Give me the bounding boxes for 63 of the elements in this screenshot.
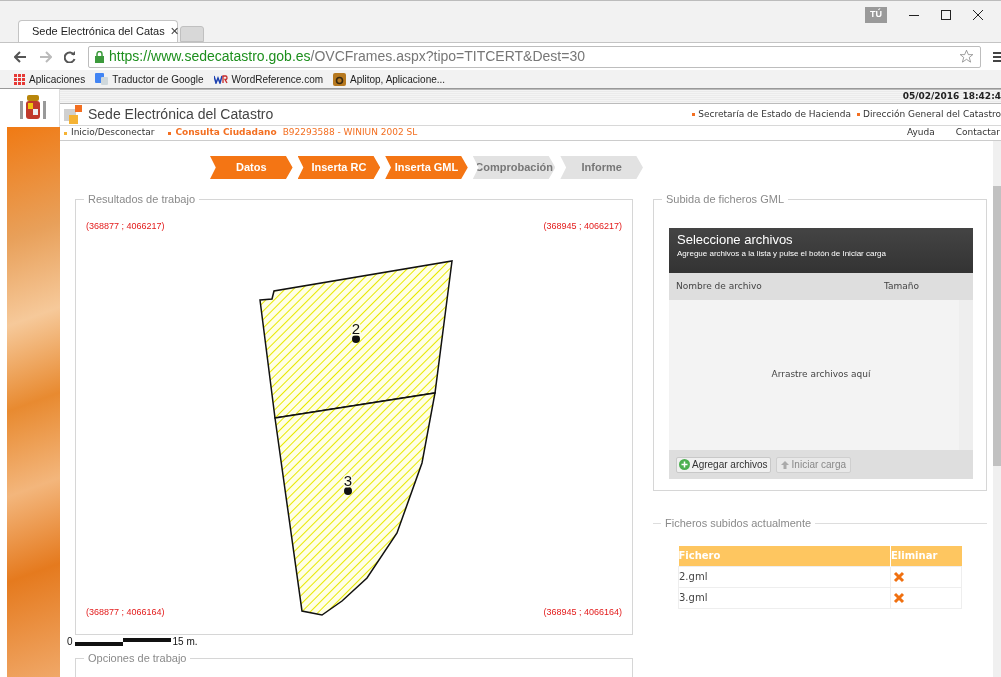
bookmark-link[interactable]: Aplicaciones bbox=[14, 71, 86, 87]
nav-link[interactable]: Ayuda bbox=[906, 126, 935, 140]
coordinate-label: (368877 ; 4066164) bbox=[86, 606, 165, 620]
wizard-step: Comprobación bbox=[472, 156, 556, 179]
translate-icon bbox=[95, 73, 109, 85]
star-icon[interactable] bbox=[959, 49, 974, 64]
menu-icon[interactable] bbox=[993, 50, 1001, 63]
maximize-icon[interactable] bbox=[941, 9, 951, 20]
scale-bar-icon bbox=[74, 637, 171, 646]
wizard-step: Informe bbox=[560, 156, 643, 179]
drop-zone[interactable]: Arrastre archivos aquí bbox=[669, 300, 973, 450]
nav-link[interactable]: Inicio/Desconectar bbox=[64, 126, 155, 140]
letter-a-app-icon bbox=[333, 72, 347, 86]
section-legend: Resultados de trabajo bbox=[84, 192, 199, 206]
header-link[interactable]: Secretaría de Estado de Hacienda bbox=[692, 107, 852, 122]
wizard-step: Inserta RC bbox=[297, 156, 381, 179]
coordinate-label: (368945 ; 4066164) bbox=[543, 606, 622, 620]
forward-arrow-icon[interactable] bbox=[39, 50, 52, 63]
column-header: Fichero bbox=[678, 546, 891, 566]
reload-icon[interactable] bbox=[64, 50, 76, 63]
bookmark-link[interactable]: Aplitop, Aplicacione... bbox=[333, 71, 446, 87]
uploader-title: Seleccione archivos bbox=[677, 232, 794, 248]
url-text: https://www.sedecatastro.gob.es/OVCFrames.aspx?tipo=TITCERT&Dest=30 bbox=[109, 47, 586, 66]
user-id: B92293588 - WINIUN 2002 SL bbox=[282, 126, 418, 140]
scale-label: 0 bbox=[67, 635, 73, 650]
delete-icon[interactable] bbox=[893, 570, 905, 583]
apps-grid-icon bbox=[14, 73, 25, 85]
close-icon[interactable]: ✕ bbox=[169, 26, 179, 37]
up-arrow-icon bbox=[780, 460, 789, 469]
date-time: 05/02/2016 18:42:4 bbox=[902, 89, 1001, 103]
tab-title: Sede Electrónica del Catas bbox=[32, 24, 165, 40]
wr-logo-icon bbox=[213, 74, 228, 84]
uploader-subtitle: Agregue archivos a la lista y pulse el botón de Iniciar carga bbox=[677, 248, 887, 260]
table-cell: 3.gml bbox=[678, 587, 891, 608]
back-arrow-icon[interactable] bbox=[14, 50, 27, 63]
section-legend: Ficheros subidos actualmente bbox=[661, 516, 816, 530]
browser-tab[interactable]: Sede Electrónica del Catas ✕ bbox=[18, 20, 178, 42]
header-link[interactable]: Dirección General del Catastro bbox=[857, 107, 1001, 122]
wizard-step: Datos bbox=[210, 156, 293, 179]
nav-link[interactable]: Contactar bbox=[955, 126, 1000, 140]
scale-label: 15 m. bbox=[172, 635, 198, 650]
section-name: Consulta Ciudadano bbox=[168, 126, 277, 140]
table-cell: 2.gml bbox=[678, 566, 891, 587]
close-icon[interactable] bbox=[973, 9, 983, 20]
lock-icon bbox=[95, 50, 104, 63]
column-header: Eliminar bbox=[890, 546, 962, 566]
plus-circle-icon bbox=[679, 459, 690, 470]
coordinate-label: (368877 ; 4066217) bbox=[86, 220, 165, 233]
list-scrollbar[interactable] bbox=[959, 300, 973, 450]
column-header: Tamaño bbox=[884, 279, 920, 293]
drop-hint: Arrastre archivos aquí bbox=[771, 368, 871, 382]
bookmark-link[interactable]: Traductor de Google bbox=[95, 71, 204, 87]
scrollbar[interactable] bbox=[993, 141, 1001, 677]
section-legend: Subida de ficheros GML bbox=[662, 192, 788, 206]
site-title: Sede Electrónica del Catastro bbox=[88, 105, 274, 124]
scrollbar-thumb[interactable] bbox=[993, 186, 1001, 466]
bookmark-link[interactable]: WordReference.com bbox=[213, 71, 324, 87]
wizard-step: Inserta GML bbox=[385, 156, 468, 179]
coordinate-label: (368945 ; 4066217) bbox=[543, 220, 622, 233]
column-header: Nombre de archivo bbox=[676, 279, 763, 293]
add-files-button[interactable]: Agregar archivos bbox=[676, 456, 771, 473]
delete-icon[interactable] bbox=[893, 591, 905, 604]
address-bar[interactable]: https://www.sedecatastro.gob.es/OVCFrames.aspx?tipo=TITCERT&Dest=30 bbox=[88, 45, 981, 68]
